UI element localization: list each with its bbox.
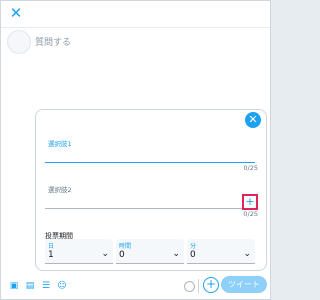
chevron-down-icon: ⌄: [243, 249, 251, 259]
close-icon[interactable]: ✕: [245, 112, 261, 128]
chevron-down-icon: ⌄: [101, 249, 109, 259]
close-icon[interactable]: ✕: [9, 6, 23, 21]
modal-header: ✕: [1, 1, 270, 28]
question-input[interactable]: 質問する: [35, 35, 71, 48]
tweet-button[interactable]: ツイート: [221, 276, 267, 293]
char-progress-ring: [184, 281, 195, 292]
choice-label: 選択肢2: [48, 186, 72, 194]
choice-input-1[interactable]: 選択肢1: [45, 138, 255, 163]
select-value: 1: [48, 250, 54, 260]
char-count: 0/25: [243, 210, 258, 218]
select-label: 時間: [119, 243, 132, 250]
avatar: [7, 30, 31, 54]
select-hours[interactable]: 時間 0 ⌄: [116, 239, 184, 264]
chevron-down-icon: ⌄: [172, 249, 180, 259]
choice-input-2[interactable]: 選択肢2: [45, 184, 255, 209]
plus-icon[interactable]: +: [242, 194, 258, 210]
compose-toolbar: ▣ ▤ ☰ ☺ + ツイート: [1, 275, 270, 299]
select-value: 0: [119, 250, 125, 260]
plus-icon[interactable]: +: [203, 277, 219, 293]
poll-icon[interactable]: ☰: [41, 281, 51, 291]
select-label: 日: [48, 243, 55, 250]
select-minutes[interactable]: 分 0 ⌄: [187, 239, 255, 264]
emoji-icon[interactable]: ☺: [57, 281, 67, 291]
select-value: 0: [190, 250, 196, 260]
choice-label: 選択肢1: [48, 140, 72, 148]
char-count: 0/25: [243, 164, 258, 172]
gif-icon[interactable]: ▤: [25, 281, 35, 291]
toolbar-divider: [198, 279, 199, 293]
image-icon[interactable]: ▣: [9, 281, 19, 291]
poll-box: ✕ 選択肢1 0/25 選択肢2 0/25 + 投票期間 日 1 ⌄ 時間 0 …: [35, 109, 267, 271]
select-label: 分: [190, 243, 197, 250]
select-days[interactable]: 日 1 ⌄: [45, 239, 113, 264]
compose-modal: ✕ 質問する ✕ 選択肢1 0/25 選択肢2 0/25 + 投票期間 日 1 …: [0, 0, 271, 300]
